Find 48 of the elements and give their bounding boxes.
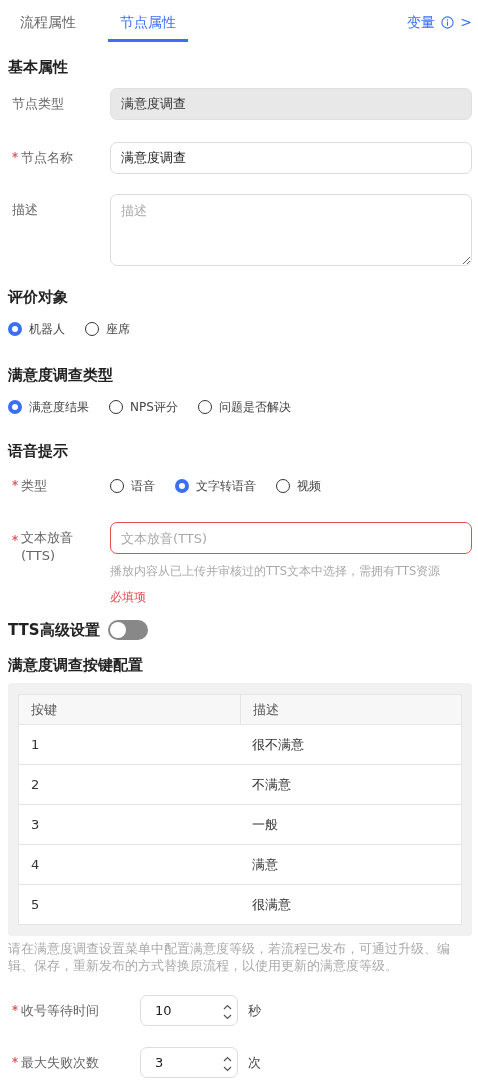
table-cell: 5 [18, 884, 240, 925]
number-field[interactable]: 10 [140, 995, 238, 1027]
tab[interactable]: 节点属性 [108, 0, 188, 42]
radio-label[interactable]: 座席 [106, 320, 130, 338]
input-field: 满意度调查 [110, 88, 472, 120]
variables-link[interactable]: 变量 [407, 12, 436, 33]
field-label: 文本放音(TTS) [21, 529, 74, 565]
input-field[interactable]: 满意度调查 [110, 142, 472, 174]
section-title: 满意度调查类型 [8, 365, 114, 384]
field-label: 类型 [21, 478, 47, 493]
radio-label[interactable]: 视频 [297, 477, 321, 495]
column-header: 按键 [18, 694, 240, 725]
field-label: 最大失败次数 [21, 1055, 99, 1071]
table-cell: 满意 [240, 844, 462, 885]
table-cell: 一般 [240, 804, 462, 845]
error-text: 必填项 [110, 589, 147, 607]
unit-label: 次 [248, 1054, 261, 1073]
table-cell: 1 [18, 724, 240, 765]
note-text: 请在满意度调查设置菜单中配置满意度等级，若流程已发布，可通过升级、编辑、保存，重新发布的方式替换原流程，以使用更新的满意度等级。 [8, 940, 451, 975]
radio-label[interactable]: 语音 [131, 477, 155, 495]
table-cell: 很满意 [240, 884, 462, 925]
table-cell: 不满意 [240, 764, 462, 805]
table-cell: 4 [18, 844, 240, 885]
tab[interactable]: 流程属性 [20, 0, 76, 42]
section-title: 评价对象 [8, 288, 69, 306]
arrow-link[interactable]: > [460, 12, 472, 33]
radio-label[interactable]: 机器人 [29, 320, 65, 338]
radio-label[interactable]: 问题是否解决 [218, 397, 291, 416]
field-label: 节点类型 [12, 96, 64, 111]
input-field[interactable]: 文本放音(TTS) [110, 522, 472, 554]
field-label: 节点名称 [21, 150, 73, 165]
description-field[interactable]: 描述 [110, 194, 472, 266]
section-title: 基本属性 [8, 58, 69, 76]
section-title: TTS高级设置 [8, 621, 100, 640]
column-header: 描述 [240, 694, 462, 725]
table-cell: 2 [18, 764, 240, 805]
table-cell: 3 [18, 804, 240, 845]
radio-label[interactable]: NPS评分 [130, 397, 178, 416]
radio-label[interactable]: 文字转语音 [196, 477, 256, 495]
section-title: 满意度调查按键配置 [8, 656, 144, 675]
unit-label: 秒 [248, 1002, 261, 1021]
radio-label[interactable]: 满意度结果 [29, 397, 89, 416]
hint-text: 播放内容从已上传并审核过的TTS文本中选择，需拥有TTS资源 [110, 563, 442, 580]
number-field[interactable]: 3 [140, 1047, 238, 1079]
table-cell: 很不满意 [240, 724, 462, 765]
field-label: 收号等待时间 [21, 1003, 99, 1019]
section-title: 语音提示 [8, 442, 69, 460]
field-label: 描述 [12, 202, 38, 217]
